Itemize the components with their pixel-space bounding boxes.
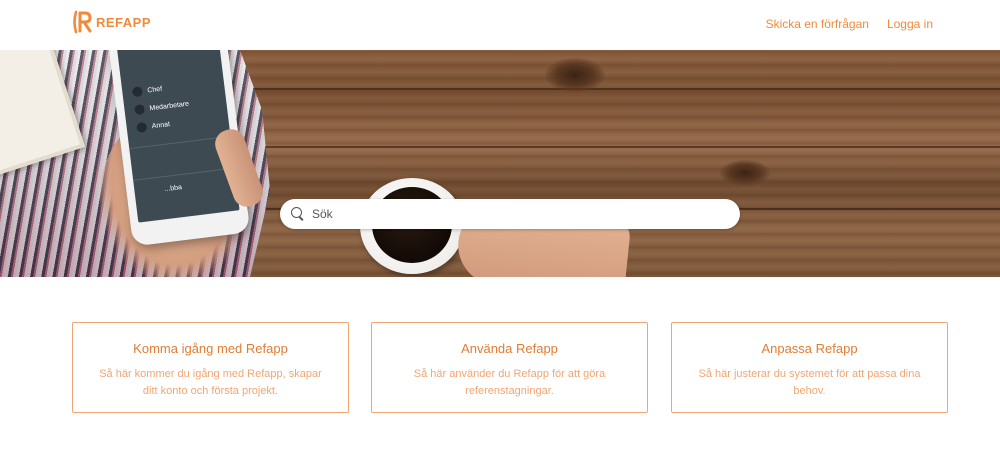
card-customize-refapp[interactable]: Anpassa Refapp Så här justerar du system… bbox=[671, 322, 948, 413]
phone-option-label: Annat bbox=[151, 120, 171, 130]
radio-icon bbox=[134, 104, 146, 116]
phone-option: Annat bbox=[136, 119, 171, 134]
radio-icon bbox=[136, 121, 148, 134]
hero-banner: Chef Medarbetare Annat ...bba bbox=[0, 50, 1000, 277]
site-header: REFAPP Skicka en förfrågan Logga in bbox=[0, 0, 1000, 50]
card-description: Så här använder du Refapp för att göra r… bbox=[413, 368, 606, 397]
phone-option-label: Chef bbox=[146, 85, 163, 95]
wood-knot bbox=[720, 160, 770, 186]
refapp-logo[interactable]: REFAPP bbox=[72, 10, 151, 34]
search-bar[interactable] bbox=[280, 199, 740, 229]
card-title: Komma igång med Refapp bbox=[133, 341, 288, 356]
phone-divider bbox=[133, 167, 235, 181]
phone-option: Medarbetare bbox=[134, 99, 190, 116]
category-cards: Komma igång med Refapp Så här kommer du … bbox=[72, 322, 949, 413]
search-icon bbox=[291, 207, 305, 221]
phone-option-label: Medarbetare bbox=[149, 100, 190, 112]
phone-option: Chef bbox=[131, 84, 163, 98]
nav-link-login[interactable]: Logga in bbox=[887, 17, 933, 31]
card-getting-started[interactable]: Komma igång med Refapp Så här kommer du … bbox=[72, 322, 349, 413]
card-title: Anpassa Refapp bbox=[761, 341, 858, 356]
logo-text: REFAPP bbox=[96, 14, 152, 30]
top-nav: Skicka en förfrågan Logga in bbox=[766, 17, 933, 31]
card-title: Använda Refapp bbox=[461, 341, 558, 356]
card-using-refapp[interactable]: Använda Refapp Så här använder du Refapp… bbox=[371, 322, 648, 413]
search-input[interactable] bbox=[312, 207, 712, 221]
phone-footer-text: ...bba bbox=[164, 184, 183, 194]
radio-icon bbox=[131, 86, 143, 98]
card-description: Så här justerar du systemet för att pass… bbox=[698, 368, 921, 397]
refapp-r-logo-icon bbox=[73, 10, 92, 34]
card-description: Så här kommer du igång med Refapp, skapa… bbox=[99, 368, 322, 397]
wood-knot bbox=[545, 58, 605, 92]
nav-link-send-request[interactable]: Skicka en förfrågan bbox=[766, 17, 869, 31]
